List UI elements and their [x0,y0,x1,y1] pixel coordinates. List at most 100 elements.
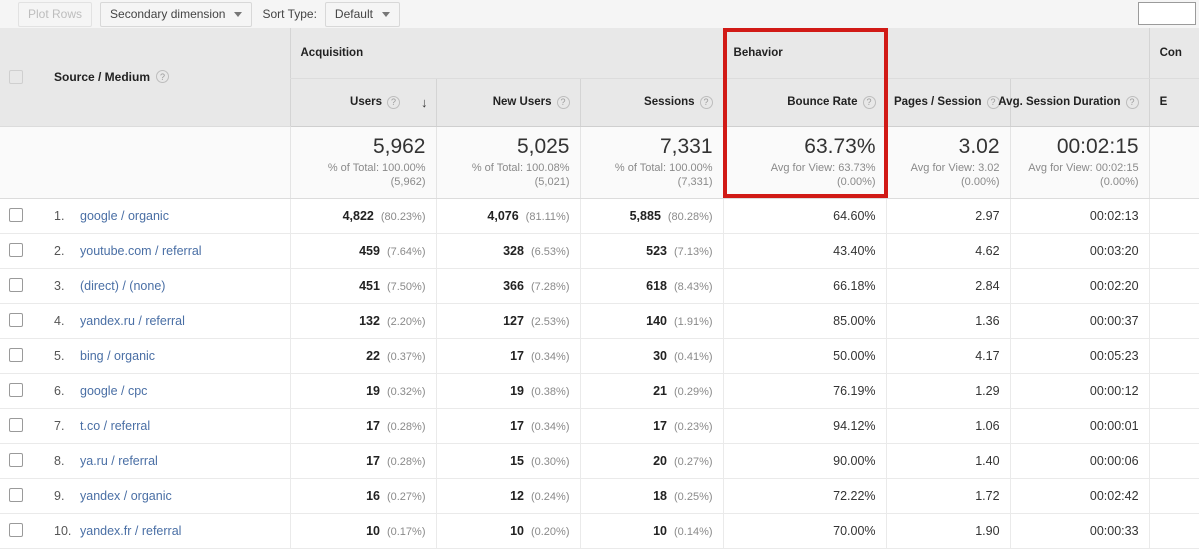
row-pages-per-session-value: 1.36 [975,313,1000,328]
row-checkbox-cell[interactable] [0,233,32,269]
group-acquisition: Acquisition [289,28,724,79]
row-users-value: 459 [359,243,380,258]
secondary-dimension-label: Secondary dimension [110,7,226,21]
table-row[interactable]: 7. t.co / referral 17 (0.28%) 17 (0.34%) 17 (0.… [0,408,1199,444]
row-checkbox-cell[interactable] [0,268,32,304]
row-new-users-value: 17 [510,348,524,363]
sort-type-value: Default [334,7,373,21]
column-header-new-users[interactable]: New Users ? [435,78,580,127]
row-sessions-value: 10 [653,523,667,538]
select-all-cell[interactable] [0,28,32,127]
row-checkbox[interactable] [9,348,23,363]
help-icon[interactable]: ? [1125,95,1139,109]
row-index: 3. [54,278,65,293]
column-header-sessions[interactable]: Sessions ? [579,78,724,127]
sort-descending-icon[interactable]: ↓ [421,96,428,109]
column-header-users[interactable]: Users ? ↓ [289,78,436,127]
row-checkbox[interactable] [9,278,23,293]
row-source-link[interactable]: yandex / organic [80,489,172,503]
help-icon[interactable]: ? [556,95,570,109]
row-checkbox[interactable] [9,208,23,223]
analytics-table: Source / Medium ? Acquisition Behavior C… [0,28,1199,549]
row-index: 6. [54,383,65,398]
column-header-bounce-rate[interactable]: Bounce Rate ? [722,78,887,127]
table-row[interactable]: 9. yandex / organic 16 (0.27%) 12 (0.24%) 18 (0… [0,478,1199,514]
row-new-users-cell: 17 (0.34%) [435,408,580,444]
table-row[interactable]: 6. google / cpc 19 (0.32%) 19 (0.38%) 21 (0.29%… [0,373,1199,409]
row-checkbox-cell[interactable] [0,513,32,549]
table-row[interactable]: 2. youtube.com / referral 459 (7.64%) 328 (6.… [0,233,1199,269]
chevron-down-icon [381,11,390,17]
row-avg-session-duration-cell: 00:05:23 [1009,338,1150,374]
row-source-link[interactable]: google / organic [80,209,169,223]
column-header-avg-session-duration[interactable]: Avg. Session Duration ? [998,78,1150,127]
row-bounce-rate-cell: 72.22% [722,478,887,514]
row-checkbox-cell[interactable] [0,373,32,409]
secondary-dimension-dropdown[interactable]: Secondary dimension [100,1,253,27]
row-source-link[interactable]: google / cpc [80,384,147,398]
row-sessions-cell: 523 (7.13%) [579,233,724,269]
row-checkbox-cell[interactable] [0,303,32,339]
row-users-cell: 4,822 (80.23%) [289,198,436,234]
column-ecommerce-label: E [1159,96,1168,108]
summary-row: 5,962 % of Total: 100.00% (5,962) 5,025 … [0,126,1199,199]
row-source-link[interactable]: (direct) / (none) [80,279,165,293]
row-new-users-pct: (0.30%) [530,455,570,468]
table-row[interactable]: 3. (direct) / (none) 451 (7.50%) 366 (7.28%) 6… [0,268,1199,304]
table-row[interactable]: 10. yandex.fr / referral 10 (0.17%) 10 (0.20%… [0,513,1199,549]
row-checkbox[interactable] [9,418,23,433]
row-checkbox-cell[interactable] [0,408,32,444]
row-avg-session-duration-cell: 00:00:37 [1009,303,1150,339]
source-medium-header[interactable]: Source / Medium ? [32,28,290,127]
row-checkbox[interactable] [9,523,23,538]
column-header-ecommerce[interactable]: E [1148,78,1199,127]
table-row[interactable]: 5. bing / organic 22 (0.37%) 17 (0.34%) 30 (0.4… [0,338,1199,374]
row-source-link[interactable]: yandex.fr / referral [80,524,181,538]
row-pages-per-session-cell: 2.84 [885,268,1011,304]
row-new-users-value: 17 [510,418,524,433]
row-source-link[interactable]: t.co / referral [80,419,150,433]
row-index: 9. [54,488,65,503]
summary-sessions-line1: % of Total: 100.00% [614,162,713,175]
page-root: Plot Rows Secondary dimension Sort Type:… [0,0,1199,550]
row-checkbox-cell[interactable] [0,338,32,374]
row-sessions-cell: 618 (8.43%) [579,268,724,304]
summary-users-cell: 5,962 % of Total: 100.00% (5,962) [289,126,436,199]
row-source-link[interactable]: youtube.com / referral [80,244,202,258]
help-icon[interactable]: ? [862,95,876,109]
help-icon[interactable]: ? [387,95,400,109]
group-behavior: Behavior [722,28,1150,79]
table-row[interactable]: 1. google / organic 4,822 (80.23%) 4,076 (81.… [0,198,1199,234]
summary-new-users-cell: 5,025 % of Total: 100.08% (5,021) [435,126,580,199]
plot-rows-button[interactable]: Plot Rows [18,1,93,27]
table-row[interactable]: 4. yandex.ru / referral 132 (2.20%) 127 (2.53… [0,303,1199,339]
row-checkbox[interactable] [9,453,23,468]
help-icon[interactable]: ? [699,95,713,109]
row-checkbox-cell[interactable] [0,443,32,479]
column-header-pages-per-session[interactable]: Pages / Session ? [885,78,1011,127]
select-all-checkbox[interactable] [9,69,23,84]
row-pages-per-session-value: 1.06 [975,418,1000,433]
help-icon[interactable]: ? [156,70,170,84]
summary-users-line2: (5,962) [390,176,426,189]
row-checkbox[interactable] [9,488,23,503]
row-source-link[interactable]: yandex.ru / referral [80,314,185,328]
row-source-cell: 6. google / cpc [32,373,290,409]
row-users-cell: 16 (0.27%) [289,478,436,514]
row-source-link[interactable]: ya.ru / referral [80,454,158,468]
search-input[interactable] [1138,2,1196,25]
sort-type-dropdown[interactable]: Default [324,1,400,27]
row-sessions-pct: (0.27%) [674,455,713,468]
row-source-link[interactable]: bing / organic [80,349,155,363]
row-users-pct: (0.32%) [386,385,426,398]
row-checkbox[interactable] [9,383,23,398]
row-pages-per-session-value: 1.90 [975,523,1000,538]
row-users-pct: (80.23%) [380,210,426,223]
row-new-users-pct: (0.38%) [530,385,570,398]
row-checkbox[interactable] [9,243,23,258]
row-checkbox-cell[interactable] [0,478,32,514]
row-checkbox-cell[interactable] [0,198,32,234]
row-checkbox[interactable] [9,313,23,328]
table-row[interactable]: 8. ya.ru / referral 17 (0.28%) 15 (0.30%) 20 (0… [0,443,1199,479]
row-pages-per-session-cell: 4.62 [885,233,1011,269]
